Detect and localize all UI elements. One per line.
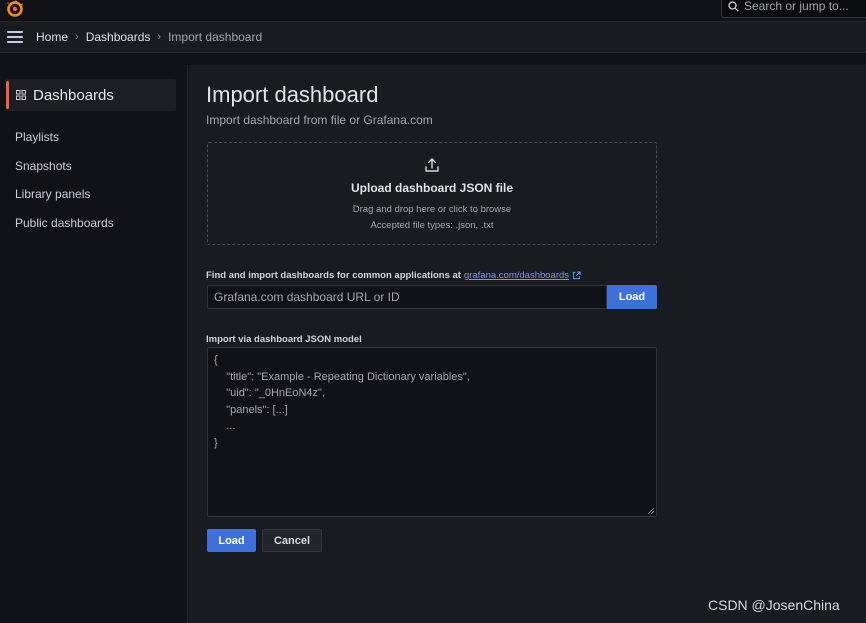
json-line: { <box>214 354 218 366</box>
watermark: CSDN @JosenChina <box>708 597 840 613</box>
grafana-com-load-button[interactable]: Load <box>607 285 657 309</box>
active-indicator <box>6 81 9 109</box>
grafana-com-label: Find and import dashboards for common ap… <box>206 270 581 281</box>
upload-icon <box>425 158 439 172</box>
breadcrumb: Home › Dashboards › Import dashboard <box>36 30 262 44</box>
upload-title: Upload dashboard JSON file <box>350 181 514 195</box>
sidebar: Dashboards Playlists Snapshots Library p… <box>0 65 188 623</box>
page-title: Import dashboard <box>206 82 379 107</box>
breadcrumb-separator: › <box>75 31 79 43</box>
top-bar: Search or jump to... <box>0 0 866 22</box>
breadcrumb-home[interactable]: Home <box>36 30 68 44</box>
json-model-textarea[interactable]: { "title": "Example - Repeating Dictiona… <box>207 347 657 517</box>
json-line: "uid": "_0HnEoN4z", <box>214 387 326 400</box>
json-model-label: Import via dashboard JSON model <box>206 334 362 345</box>
upload-hint: Drag and drop here or click to browse <box>352 204 512 215</box>
sidebar-item-library-panels[interactable]: Library panels <box>15 187 90 201</box>
search-icon <box>728 0 739 12</box>
breadcrumb-bar: Home › Dashboards › Import dashboard <box>0 22 866 53</box>
apps-grid-icon <box>16 90 26 100</box>
grafana-com-url-input[interactable] <box>207 285 607 309</box>
sidebar-section-title: Dashboards <box>33 87 114 104</box>
upload-accepted-types: Accepted file types: .json, .txt <box>370 220 494 231</box>
sidebar-item-playlists[interactable]: Playlists <box>15 130 59 144</box>
sidebar-item-public-dashboards[interactable]: Public dashboards <box>15 216 114 230</box>
json-line: "title": "Example - Repeating Dictionary… <box>214 370 470 383</box>
external-link-icon <box>572 271 581 280</box>
breadcrumb-dashboards[interactable]: Dashboards <box>86 30 151 44</box>
sidebar-item-snapshots[interactable]: Snapshots <box>15 159 72 173</box>
json-line: } <box>214 436 218 449</box>
resize-grip-icon[interactable] <box>647 507 655 515</box>
grafana-logo-icon[interactable] <box>6 0 24 18</box>
search-placeholder: Search or jump to... <box>744 0 849 13</box>
json-line: ... <box>214 420 236 433</box>
cancel-button[interactable]: Cancel <box>262 529 322 552</box>
main-panel: Import dashboard Import dashboard from f… <box>189 65 866 623</box>
json-line: "panels": [...] <box>214 403 288 416</box>
load-button[interactable]: Load <box>207 529 256 552</box>
grafana-com-label-text: Find and import dashboards for common ap… <box>206 270 461 281</box>
page-subtitle: Import dashboard from file or Grafana.co… <box>206 113 433 127</box>
search-box[interactable]: Search or jump to... <box>721 0 866 18</box>
breadcrumb-separator: › <box>157 31 162 43</box>
breadcrumb-current: Import dashboard <box>168 30 263 44</box>
sidebar-section-dashboards[interactable]: Dashboards <box>6 79 176 111</box>
upload-dropzone[interactable]: Upload dashboard JSON file Drag and drop… <box>207 142 657 245</box>
grafana-com-link[interactable]: grafana.com/dashboards <box>464 270 569 281</box>
menu-toggle-icon[interactable] <box>7 31 23 43</box>
